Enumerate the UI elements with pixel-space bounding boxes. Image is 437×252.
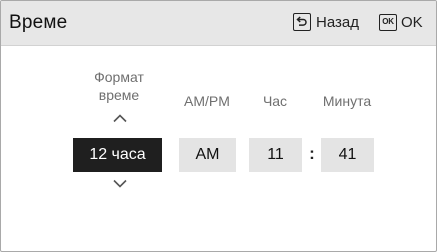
ampm-selector[interactable]: AM — [179, 138, 236, 172]
chevron-up-icon[interactable] — [112, 113, 128, 123]
ok-box-icon: OK — [379, 13, 397, 31]
back-label: Назад — [316, 13, 359, 31]
ampm-label: AM/PM — [184, 93, 230, 109]
ok-button[interactable]: OK OK — [379, 11, 423, 33]
ok-label: OK — [401, 13, 423, 31]
back-button[interactable]: Назад — [293, 11, 359, 33]
time-settings-screen: Време Назад OK OK Формат време AM/PM Час… — [0, 0, 437, 252]
format-label: Формат време — [94, 69, 144, 103]
minute-selector[interactable]: 41 — [321, 138, 374, 172]
time-separator: : — [309, 144, 315, 163]
time-format-selector[interactable]: 12 часа — [73, 138, 162, 172]
hour-label: Час — [262, 93, 288, 109]
page-title: Време — [9, 12, 68, 33]
header-bar: Време Назад OK OK — [1, 1, 436, 46]
chevron-down-icon[interactable] — [112, 179, 128, 189]
hour-selector[interactable]: 11 — [249, 138, 302, 172]
return-arrow-icon — [293, 13, 311, 31]
minute-label: Минута — [322, 93, 372, 109]
